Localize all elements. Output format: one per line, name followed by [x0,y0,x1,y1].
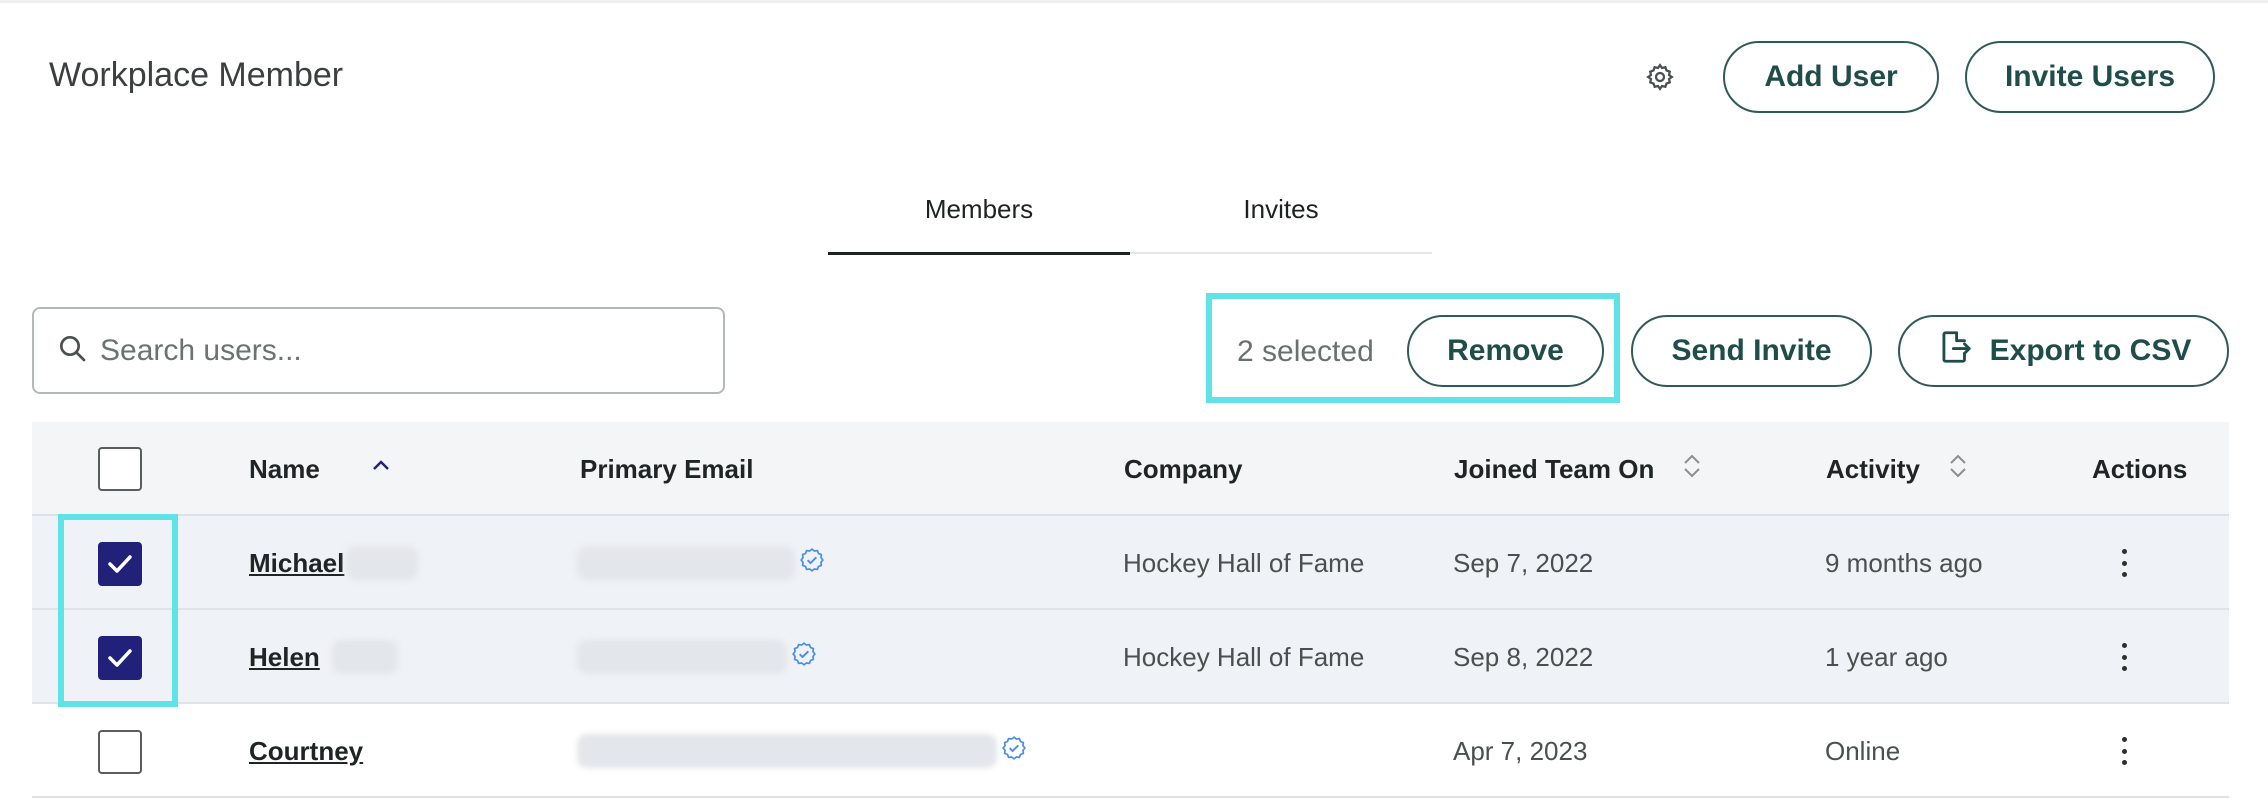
sort-icon [1682,452,1702,487]
top-divider [0,0,2268,3]
redacted-surname [331,640,398,674]
page-title: Workplace Member [49,56,344,94]
redacted-email [577,734,997,768]
column-header-actions: Actions [2092,453,2188,484]
sort-ascending-icon [372,447,390,478]
company-cell: Hockey Hall of Fame [1123,547,1365,578]
company-cell: Hockey Hall of Fame [1123,641,1365,672]
search-box [32,307,725,394]
redacted-email [577,640,787,674]
redacted-surname [346,546,419,580]
table-header: Name Primary Email Company Joined Team O… [32,422,2229,516]
column-label: Name [249,453,320,484]
checkbox-highlight [58,514,178,707]
more-actions-icon[interactable] [2109,734,2139,768]
user-name-link[interactable]: Michael [249,548,344,579]
column-header-email: Primary Email [580,453,754,484]
column-label: Activity [1826,453,1920,484]
joined-cell: Sep 8, 2022 [1453,641,1594,672]
user-name-link[interactable]: Courtney [249,736,363,767]
column-header-joined[interactable]: Joined Team On [1454,422,1702,516]
tab-bar: Members Invites [828,180,1432,255]
selection-count: 2 selected [1237,335,1374,368]
tab-invites[interactable]: Invites [1130,180,1432,254]
more-actions-icon[interactable] [2109,640,2139,674]
verified-icon [1001,735,1027,768]
export-icon [1936,328,1974,374]
tab-members[interactable]: Members [828,180,1130,255]
export-label: Export to CSV [1989,334,2192,367]
column-header-activity[interactable]: Activity [1826,422,1968,516]
export-csv-button[interactable]: Export to CSV [1898,315,2229,387]
search-icon [56,332,88,369]
activity-cell: 1 year ago [1825,641,1948,672]
activity-cell: 9 months ago [1825,547,1983,578]
add-user-button[interactable]: Add User [1723,41,1939,113]
column-header-company: Company [1124,453,1243,484]
search-input[interactable] [100,333,700,368]
invite-users-button[interactable]: Invite Users [1965,41,2215,113]
table-row: Courtney Apr 7, 2023 Online [32,704,2229,798]
table-row: Michael Hockey Hall of Fame Sep 7, 2022 … [32,516,2229,610]
redacted-email [577,546,795,580]
verified-icon [791,641,817,674]
user-name-link[interactable]: Helen [249,642,320,673]
column-header-name[interactable]: Name [249,422,390,516]
row-checkbox[interactable] [98,730,142,774]
joined-cell: Sep 7, 2022 [1453,547,1594,578]
more-actions-icon[interactable] [2109,546,2139,580]
joined-cell: Apr 7, 2023 [1453,735,1588,766]
gear-icon[interactable] [1643,60,1677,94]
select-all-checkbox[interactable] [98,447,142,491]
sort-icon [1948,452,1968,487]
remove-button[interactable]: Remove [1407,315,1604,387]
send-invite-button[interactable]: Send Invite [1631,315,1872,387]
activity-cell: Online [1825,735,1901,766]
table-row: Helen Hockey Hall of Fame Sep 8, 2022 1 … [32,610,2229,704]
column-label: Joined Team On [1454,453,1655,484]
verified-icon [799,547,825,580]
